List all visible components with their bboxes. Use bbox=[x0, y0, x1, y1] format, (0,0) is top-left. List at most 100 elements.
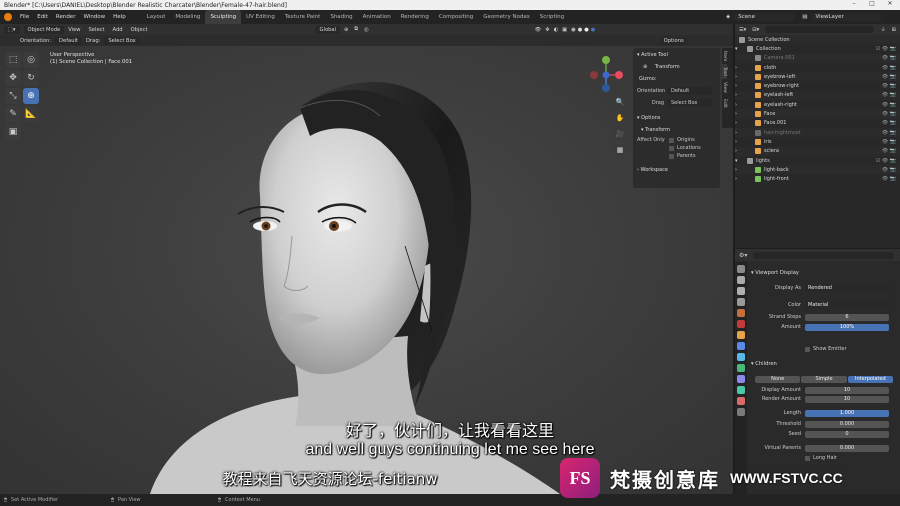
mode-dropdown[interactable]: Object Mode bbox=[23, 25, 65, 34]
origins-checkbox[interactable] bbox=[669, 137, 674, 143]
render-amount-field[interactable]: 10 bbox=[805, 395, 889, 403]
select-box-tool-icon[interactable]: ⬚ bbox=[5, 52, 21, 68]
outliner-row[interactable]: ▾ Collection ☑ 👁 📷 bbox=[735, 44, 900, 53]
render-tab-icon[interactable] bbox=[737, 276, 745, 284]
parents-checkbox[interactable] bbox=[669, 153, 674, 159]
shading-rendered-icon[interactable]: ● bbox=[591, 27, 596, 33]
material-tab-icon[interactable] bbox=[737, 397, 745, 405]
snap-icon[interactable]: ⧉ bbox=[354, 26, 358, 33]
children-header[interactable]: ▾ Children bbox=[751, 361, 891, 367]
menu-render[interactable]: Render bbox=[52, 14, 80, 20]
outliner-row[interactable]: › eyebrow-right 👁 📷 bbox=[735, 81, 900, 90]
strand-steps-field[interactable]: 6 bbox=[805, 313, 889, 321]
transform-subheader[interactable]: ▾ Transform bbox=[633, 124, 720, 136]
world-tab-icon[interactable] bbox=[737, 320, 745, 328]
data-tab-icon[interactable] bbox=[737, 386, 745, 394]
menu-object[interactable]: Object bbox=[131, 27, 148, 33]
workspace-tab-geometry-nodes[interactable]: Geometry Nodes bbox=[478, 10, 534, 24]
outliner-row[interactable]: › sclera 👁 📷 bbox=[735, 146, 900, 156]
scene-name-field[interactable]: Scene bbox=[734, 13, 795, 21]
workspace-tab-shading[interactable]: Shading bbox=[325, 10, 357, 24]
workspace-tab-uv-editing[interactable]: UV Editing bbox=[241, 10, 280, 24]
scene-tab-icon[interactable] bbox=[737, 309, 745, 317]
scale-tool-icon[interactable]: ⤡ bbox=[5, 88, 21, 104]
menu-add[interactable]: Add bbox=[113, 27, 123, 33]
outliner-row[interactable]: › hair-hightmost 👁 📷 bbox=[735, 127, 900, 138]
transform-orientation-dropdown[interactable]: Global bbox=[315, 25, 341, 34]
outliner-row[interactable]: › eyebrow-left 👁 📷 bbox=[735, 72, 900, 82]
length-slider[interactable]: 1.000 bbox=[805, 409, 889, 417]
outliner-search-input[interactable] bbox=[765, 26, 875, 33]
close-button[interactable]: ✕ bbox=[880, 0, 900, 10]
pan-hand-icon[interactable]: ✋ bbox=[614, 112, 626, 124]
outliner-row[interactable]: › cloth 👁 📷 bbox=[735, 63, 900, 72]
tool-tab-icon[interactable] bbox=[737, 265, 745, 273]
visibility-icon[interactable]: 👁 bbox=[535, 27, 542, 33]
measure-tool-icon[interactable]: 📐 bbox=[23, 106, 39, 122]
options-dropdown[interactable]: Options bbox=[659, 36, 688, 45]
workspace-tab-sculpting[interactable]: Sculpting bbox=[205, 10, 242, 24]
constraints-tab-icon[interactable] bbox=[737, 375, 745, 383]
workspace-tab-texture-paint[interactable]: Texture Paint bbox=[280, 10, 326, 24]
menu-select[interactable]: Select bbox=[89, 27, 105, 33]
overlay-toggle-icon[interactable]: ◐ bbox=[554, 27, 559, 33]
properties-search-input[interactable] bbox=[753, 251, 894, 259]
shading-material-icon[interactable]: ● bbox=[584, 27, 589, 33]
xray-toggle-icon[interactable]: ▣ bbox=[562, 27, 567, 33]
maximize-button[interactable]: □ bbox=[862, 0, 882, 10]
children-interpolated-button[interactable]: Interpolated bbox=[847, 375, 893, 383]
zoom-icon[interactable]: 🔍 bbox=[614, 96, 626, 108]
children-simple-button[interactable]: Simple bbox=[801, 375, 847, 383]
outliner-row[interactable]: › Face.001 👁 📷 bbox=[735, 119, 900, 128]
npanel-orientation-dropdown[interactable]: Default bbox=[667, 87, 712, 95]
rotate-tool-icon[interactable]: ↻ bbox=[23, 70, 39, 86]
move-tool-icon[interactable]: ✥ bbox=[5, 70, 21, 86]
navigation-gizmo[interactable] bbox=[586, 55, 626, 95]
minimize-button[interactable]: – bbox=[844, 0, 864, 10]
tab-edit[interactable]: Edit bbox=[722, 96, 727, 111]
physics-tab-icon[interactable] bbox=[737, 364, 745, 372]
tab-tool[interactable]: Tool bbox=[722, 64, 727, 80]
npanel-drag-dropdown[interactable]: Select Box bbox=[667, 99, 712, 107]
workspace-tab-compositing[interactable]: Compositing bbox=[434, 10, 478, 24]
amount-slider[interactable]: 100% bbox=[805, 323, 889, 331]
particles-tab-icon[interactable] bbox=[737, 353, 745, 361]
proportional-edit-icon[interactable]: ◎ bbox=[364, 27, 369, 33]
gizmo-toggle-icon[interactable]: ✥ bbox=[545, 27, 549, 33]
active-tool-row[interactable]: ⊕ Transform bbox=[633, 61, 720, 73]
tab-item[interactable]: Item bbox=[722, 48, 727, 64]
workspace-tab-scripting[interactable]: Scripting bbox=[535, 10, 569, 24]
camera-view-icon[interactable]: 🎥 bbox=[614, 128, 626, 140]
menu-edit[interactable]: Edit bbox=[33, 14, 52, 20]
workspace-tab-layout[interactable]: Layout bbox=[142, 10, 171, 24]
outliner-row[interactable]: › light-front 👁 📷 bbox=[735, 174, 900, 183]
shading-solid-icon[interactable]: ● bbox=[578, 27, 583, 33]
menu-view[interactable]: View bbox=[68, 27, 80, 33]
children-none-button[interactable]: None bbox=[755, 375, 801, 383]
display-as-dropdown[interactable]: Rendered bbox=[805, 284, 889, 292]
orientation-dropdown[interactable]: Default bbox=[55, 36, 83, 45]
menu-file[interactable]: File bbox=[16, 14, 33, 20]
display-amount-field[interactable]: 10 bbox=[805, 386, 889, 394]
new-collection-icon[interactable]: ⊞ bbox=[892, 27, 896, 33]
tab-view[interactable]: View bbox=[722, 79, 727, 96]
texture-tab-icon[interactable] bbox=[737, 408, 745, 416]
workspace-tab-modeling[interactable]: Modeling bbox=[170, 10, 205, 24]
view-layer-tab-icon[interactable] bbox=[737, 298, 745, 306]
menu-help[interactable]: Help bbox=[109, 14, 130, 20]
outliner-row[interactable]: Camera.001 👁 📷 bbox=[735, 53, 900, 63]
outliner-row[interactable]: ▾ lights ☑ 👁 📷 bbox=[735, 156, 900, 165]
outliner-row[interactable]: Scene Collection bbox=[735, 35, 900, 45]
blender-logo-icon[interactable] bbox=[4, 13, 12, 21]
outliner-row[interactable]: › eyelash-left 👁 📷 bbox=[735, 90, 900, 101]
outliner-editor-icon[interactable]: ☰▾ bbox=[739, 27, 746, 33]
color-dropdown[interactable]: Material bbox=[805, 301, 889, 309]
grid-view-icon[interactable]: ▦ bbox=[614, 144, 626, 156]
output-tab-icon[interactable] bbox=[737, 287, 745, 295]
outliner-row[interactable]: › light-back 👁 📷 bbox=[735, 165, 900, 175]
workspace-header[interactable]: › Workspace bbox=[633, 164, 720, 176]
workspace-tab-rendering[interactable]: Rendering bbox=[396, 10, 434, 24]
active-tool-header[interactable]: ▾ Active Tool bbox=[633, 49, 720, 61]
filter-icon[interactable]: ⏚ bbox=[880, 26, 885, 33]
drag-dropdown[interactable]: Select Box bbox=[104, 36, 140, 45]
